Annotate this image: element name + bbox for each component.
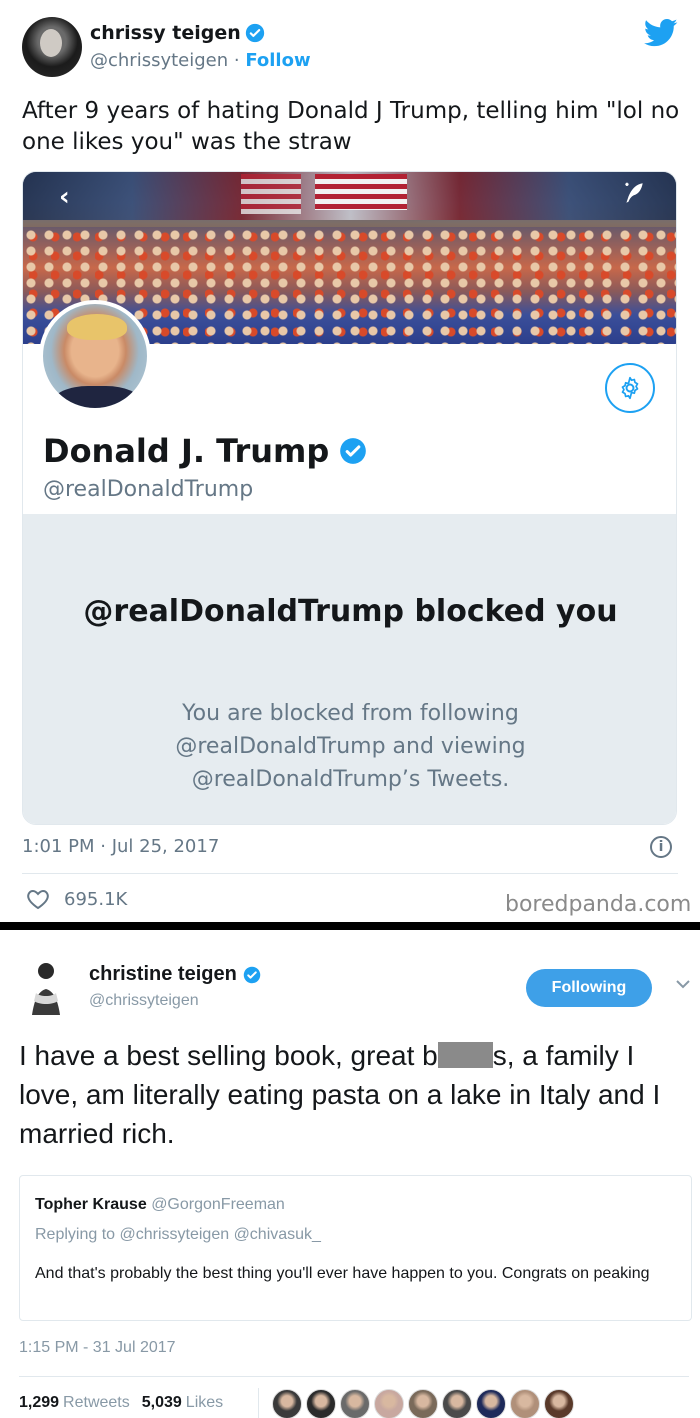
watermark: boredpanda.com	[505, 892, 692, 917]
liker-avatars	[272, 1389, 578, 1418]
liker-avatar[interactable]	[272, 1389, 302, 1418]
liker-avatar[interactable]	[374, 1389, 404, 1418]
liker-avatar[interactable]	[442, 1389, 472, 1418]
divider	[22, 873, 678, 874]
follow-button[interactable]: Follow	[245, 50, 310, 71]
verified-badge-icon	[340, 438, 367, 464]
replying-to: Replying to @chrissyteigen @chivasuk_	[35, 1226, 321, 1243]
verified-badge-icon	[245, 23, 264, 43]
censor-bar	[437, 1042, 493, 1068]
tweet-text: I have a best selling book, great b s, a …	[19, 1040, 661, 1149]
tweet-christine: christine teigen @chrissyteigen Followin…	[0, 930, 700, 1418]
profile-name: Donald J. Trump	[43, 432, 367, 470]
profile-screenshot: ‹ Donald J. Trump @realDonaldTrump @real…	[22, 171, 677, 825]
liker-avatar[interactable]	[408, 1389, 438, 1418]
retweets-link[interactable]: Retweets	[63, 1394, 130, 1412]
avatar[interactable]	[22, 957, 70, 1017]
tweet-stats: 1,299 Retweets 5,039 Likes	[19, 1394, 223, 1412]
heart-icon	[27, 889, 49, 910]
retweet-count: 1,299	[19, 1394, 60, 1411]
divider	[258, 1388, 259, 1418]
reply-tweet[interactable]: Topher Krause @GorgonFreeman Replying to…	[19, 1175, 692, 1321]
author-name[interactable]: christine teigen	[89, 963, 261, 986]
divider	[19, 1376, 689, 1377]
compose-quill-icon[interactable]	[621, 180, 647, 206]
author-handle-line: @chrissyteigen · Follow	[90, 50, 311, 71]
like-count: 695.1K	[64, 888, 128, 910]
blocked-description: You are blocked from following @realDona…	[175, 701, 526, 792]
blocked-notice: @realDonaldTrump blocked you You are blo…	[23, 514, 676, 824]
liker-avatar[interactable]	[476, 1389, 506, 1418]
back-arrow-icon[interactable]: ‹	[59, 182, 70, 212]
liker-avatar[interactable]	[510, 1389, 540, 1418]
likes-link[interactable]: Likes	[186, 1394, 223, 1412]
like-button[interactable]: 695.1K	[26, 888, 127, 910]
reply-author: Topher Krause @GorgonFreeman	[35, 1196, 285, 1213]
chevron-down-icon[interactable]	[676, 979, 690, 989]
verified-badge-icon	[243, 966, 261, 983]
info-icon[interactable]: i	[650, 836, 672, 858]
reply-text: And that's probably the best thing you'l…	[35, 1265, 650, 1282]
author-handle[interactable]: @chrissyteigen	[90, 50, 228, 71]
profile-handle: @realDonaldTrump	[43, 477, 254, 502]
liker-avatar[interactable]	[340, 1389, 370, 1418]
twitter-bird-icon[interactable]	[644, 18, 678, 48]
tweet-timestamp[interactable]: 1:15 PM - 31 Jul 2017	[19, 1339, 176, 1357]
divider	[0, 922, 700, 930]
author-name[interactable]: chrissy teigen	[90, 22, 265, 44]
avatar[interactable]	[22, 17, 82, 77]
blocked-title: @realDonaldTrump blocked you	[83, 594, 618, 629]
tweet-text: After 9 years of hating Donald J Trump, …	[22, 98, 680, 155]
embedded-tweet-chrissy: chrissy teigen @chrissyteigen · Follow A…	[0, 0, 700, 922]
avatar[interactable]	[39, 300, 151, 412]
following-button[interactable]: Following	[526, 969, 652, 1007]
author-handle[interactable]: @chrissyteigen	[89, 992, 199, 1010]
settings-gear-icon[interactable]	[605, 363, 655, 413]
like-count: 5,039	[141, 1394, 182, 1411]
liker-avatar[interactable]	[306, 1389, 336, 1418]
tweet-timestamp[interactable]: 1:01 PM · Jul 25, 2017	[22, 836, 219, 857]
liker-avatar[interactable]	[544, 1389, 574, 1418]
